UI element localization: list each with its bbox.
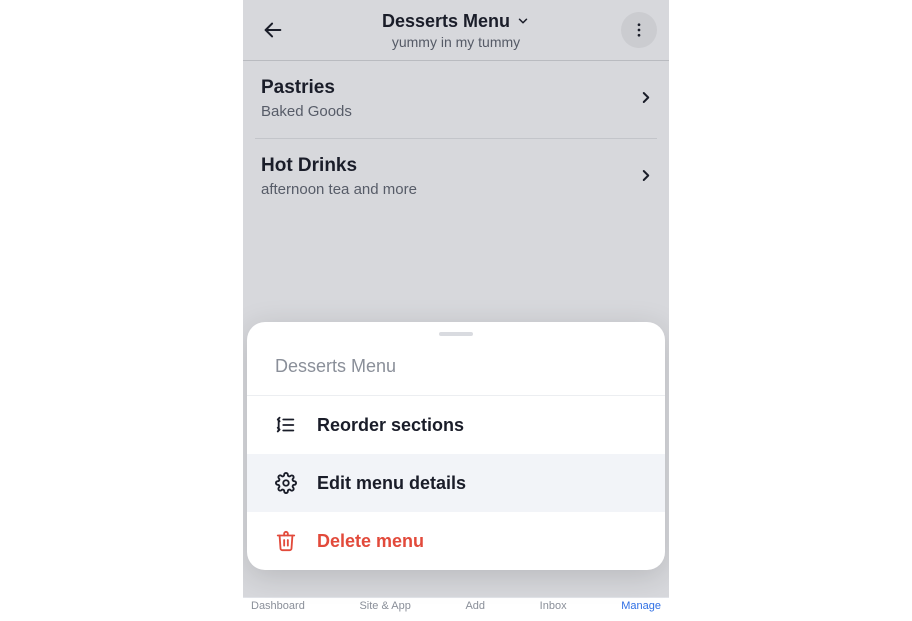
sheet-item-delete-menu[interactable]: Delete menu <box>247 512 665 570</box>
chevron-right-icon <box>637 88 655 106</box>
sheet-item-reorder-sections[interactable]: Reorder sections <box>247 396 665 454</box>
sheet-item-label: Delete menu <box>317 531 424 552</box>
sheet-item-label: Reorder sections <box>317 415 464 436</box>
section-subtitle: afternoon tea and more <box>261 181 651 198</box>
sheet-item-edit-menu-details[interactable]: Edit menu details <box>247 454 665 512</box>
nav-item-add[interactable]: Add <box>465 600 485 612</box>
app-screen: Desserts Menu yummy in my tummy Pastries… <box>243 0 669 621</box>
section-row[interactable]: Hot Drinks afternoon tea and more <box>243 139 669 216</box>
sheet-item-label: Edit menu details <box>317 473 466 494</box>
nav-item-dashboard[interactable]: Dashboard <box>251 600 305 612</box>
header: Desserts Menu yummy in my tummy <box>243 0 669 60</box>
section-row[interactable]: Pastries Baked Goods <box>243 61 669 138</box>
header-title: Desserts Menu <box>382 11 510 32</box>
nav-item-inbox[interactable]: Inbox <box>540 600 567 612</box>
sheet-title: Desserts Menu <box>247 336 665 395</box>
section-title: Hot Drinks <box>261 155 651 177</box>
bottom-nav: Dashboard Site & App Add Inbox Manage <box>243 597 669 621</box>
reorder-icon <box>275 414 297 436</box>
nav-item-manage[interactable]: Manage <box>621 600 661 612</box>
trash-icon <box>275 530 297 552</box>
header-title-dropdown[interactable]: Desserts Menu <box>382 11 530 32</box>
more-options-button[interactable] <box>621 12 657 48</box>
back-button[interactable] <box>257 14 289 46</box>
header-subtitle: yummy in my tummy <box>382 34 530 50</box>
action-sheet: Desserts Menu Reorder sections <box>247 322 665 570</box>
chevron-down-icon <box>516 14 530 28</box>
arrow-left-icon <box>262 19 284 41</box>
nav-item-site-app[interactable]: Site & App <box>359 600 410 612</box>
gear-icon <box>275 472 297 494</box>
section-title: Pastries <box>261 77 651 99</box>
kebab-icon <box>630 21 648 39</box>
section-subtitle: Baked Goods <box>261 103 651 120</box>
chevron-right-icon <box>637 166 655 184</box>
